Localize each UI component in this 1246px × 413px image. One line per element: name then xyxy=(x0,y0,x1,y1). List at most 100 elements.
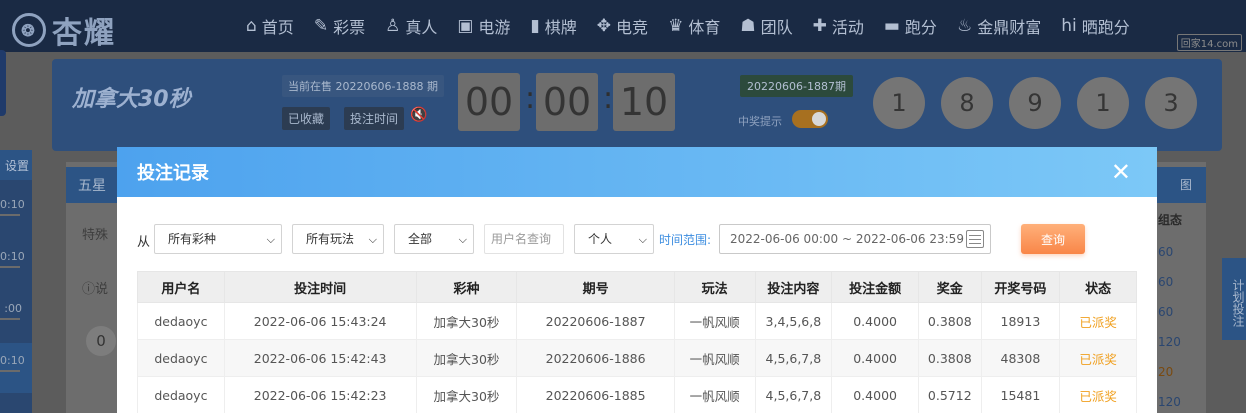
side-row[interactable]: 0:10 xyxy=(0,354,25,372)
table-row[interactable]: dedaoyc 2022-06-06 15:43:24 加拿大30秒 20220606… xyxy=(137,302,1137,340)
play-select-value: 所有玩法 xyxy=(306,232,355,246)
time-range-input[interactable]: 2022-06-06 00:00 ~ 2022-06-06 23:59 xyxy=(719,224,991,254)
slot-icon: ▣ xyxy=(457,16,474,36)
filter-bar: 从 所有彩种 ⌵ 所有玩法 ⌵ 全部 ⌵ 用户名查询 个人 ⌵ 时间范围: 20… xyxy=(117,224,1157,254)
side-row[interactable]: 0:10 xyxy=(0,198,25,216)
timer-separator: : xyxy=(525,81,536,116)
nav-item-label: 跑分 xyxy=(904,18,937,37)
right-number: 60 xyxy=(1158,305,1174,319)
side-row[interactable]: 0:10 xyxy=(0,250,25,268)
tab-five-star[interactable]: 五星 xyxy=(66,167,118,203)
game-logo: 加拿大30秒 xyxy=(72,87,191,112)
from-label: 从 xyxy=(137,235,151,250)
modal-title: 投注记录 xyxy=(137,163,209,184)
nav-item-label: 活动 xyxy=(831,18,864,37)
side-row[interactable]: :00 xyxy=(0,302,22,320)
table-cell: 20220606-1886 xyxy=(516,339,675,377)
username-input[interactable]: 用户名查询 xyxy=(484,224,564,254)
left-edge-tab[interactable] xyxy=(0,50,6,116)
brand-mark-icon: ❂ xyxy=(12,13,46,47)
column-header: 状态 xyxy=(1059,271,1137,303)
column-header: 用户名 xyxy=(137,271,225,303)
table-cell: 48308 xyxy=(980,339,1061,377)
nav-item[interactable]: ▮ 棋牌 xyxy=(530,14,576,38)
nav-item[interactable]: ✚ 活动 xyxy=(813,14,864,38)
bet-time-button[interactable]: 投注时间 xyxy=(344,107,405,130)
explain-text: 说 xyxy=(95,282,109,297)
column-header: 彩种 xyxy=(415,271,518,303)
table-cell: 一帆风顺 xyxy=(673,339,756,377)
status-select-value: 全部 xyxy=(408,232,433,246)
cards-icon: ▮ xyxy=(530,16,540,36)
table-cell: 2022-06-06 15:42:43 xyxy=(223,339,417,377)
query-button[interactable]: 查询 xyxy=(1021,224,1085,254)
team-icon: ☗ xyxy=(740,16,756,36)
nav-item-label: 真人 xyxy=(405,18,438,37)
table-cell: 一帆风顺 xyxy=(673,376,756,413)
lottery-select[interactable]: 所有彩种 ⌵ xyxy=(154,224,282,254)
prize-tip-toggle[interactable] xyxy=(792,110,828,128)
nav-item-label: 金鼎财富 xyxy=(977,18,1042,37)
time-range-value: 2022-06-06 00:00 ~ 2022-06-06 23:59 xyxy=(730,232,964,246)
nav-item[interactable]: ✥ 电竞 xyxy=(597,14,648,38)
status-select[interactable]: 全部 ⌵ xyxy=(394,224,474,254)
nav-item[interactable]: ▣ 电游 xyxy=(457,14,510,38)
table-cell: 加拿大30秒 xyxy=(415,339,518,377)
calendar-icon[interactable] xyxy=(966,230,984,248)
nav-item[interactable]: ☗ 团队 xyxy=(740,14,792,38)
gift-icon: ✚ xyxy=(812,16,827,36)
table-cell: 0.4000 xyxy=(831,376,919,413)
modal-header: 投注记录 ✕ xyxy=(117,147,1157,197)
gamepad-icon: ✥ xyxy=(596,16,612,36)
timer-minutes: 00 xyxy=(536,73,598,131)
table-header-row: 用户名 投注时间 彩种 期号 玩法 投注内容 投注金额 奖金 开奖号码 状态 xyxy=(137,271,1137,303)
nav-item[interactable]: ▬ 跑分 xyxy=(884,14,937,38)
nav-item[interactable]: hi 晒跑分 xyxy=(1061,14,1130,38)
brand-logo[interactable]: ❂ 杏耀 xyxy=(12,8,116,52)
table-cell: 0.4000 xyxy=(831,339,919,377)
result-ball: 1 xyxy=(1077,77,1129,129)
column-header: 投注时间 xyxy=(223,271,417,303)
nav-item[interactable]: ♛ 体育 xyxy=(668,14,720,38)
table-cell: 0.4000 xyxy=(831,302,919,340)
nav-item[interactable]: ♙ 真人 xyxy=(385,14,437,38)
close-icon[interactable]: ✕ xyxy=(1111,159,1131,185)
nav-item-label: 电游 xyxy=(478,18,511,37)
nav-item[interactable]: ♨ 金鼎财富 xyxy=(957,14,1041,38)
table-cell: 加拿大30秒 xyxy=(415,302,518,340)
table-cell: 一帆风顺 xyxy=(673,302,756,340)
car-icon: ▬ xyxy=(883,16,900,36)
trophy-icon: ♛ xyxy=(668,16,684,36)
nav-item-label: 电竞 xyxy=(616,18,649,37)
nav-item-label: 棋牌 xyxy=(544,18,577,37)
table-cell: 4,5,6,7,8 xyxy=(754,376,833,413)
nav-item-label: 首页 xyxy=(261,18,294,37)
explain-label[interactable]: ⓘ说 xyxy=(82,278,108,297)
play-select[interactable]: 所有玩法 ⌵ xyxy=(292,224,384,254)
timer-seconds: 10 xyxy=(613,73,675,131)
table-cell: 20220606-1885 xyxy=(516,376,675,413)
right-number: 120 xyxy=(1158,395,1181,409)
wealth-icon: ♨ xyxy=(956,16,973,36)
table-row[interactable]: dedaoyc 2022-06-06 15:42:43 加拿大30秒 20220606… xyxy=(137,339,1137,377)
favorite-button[interactable]: 已收藏 xyxy=(282,107,331,130)
right-number: 120 xyxy=(1158,335,1181,349)
plan-bet-tab[interactable]: 计划投注 xyxy=(1222,258,1246,340)
special-label[interactable]: 特殊 xyxy=(82,224,108,243)
column-header: 投注内容 xyxy=(754,271,833,303)
person-icon: ♙ xyxy=(385,16,401,36)
nav-item-label: 体育 xyxy=(688,18,721,37)
time-range-label: 时间范围: xyxy=(659,233,712,247)
nav-item[interactable]: ✎ 彩票 xyxy=(314,14,365,38)
prize-tip-label: 中奖提示 xyxy=(738,115,782,128)
table-cell: 加拿大30秒 xyxy=(415,376,518,413)
table-cell: 2022-06-06 15:43:24 xyxy=(223,302,417,340)
mute-icon[interactable]: 🔇 xyxy=(410,107,427,123)
column-header: 奖金 xyxy=(918,271,982,303)
table-cell: dedaoyc xyxy=(137,339,225,377)
table-row[interactable]: dedaoyc 2022-06-06 15:42:23 加拿大30秒 20220606… xyxy=(137,376,1137,413)
nav-item[interactable]: ⌂ 首页 xyxy=(246,14,294,38)
side-settings-tab[interactable]: 设置 xyxy=(0,150,32,180)
scope-select[interactable]: 个人 ⌵ xyxy=(574,224,654,254)
number-circle[interactable]: 0 xyxy=(86,326,116,356)
